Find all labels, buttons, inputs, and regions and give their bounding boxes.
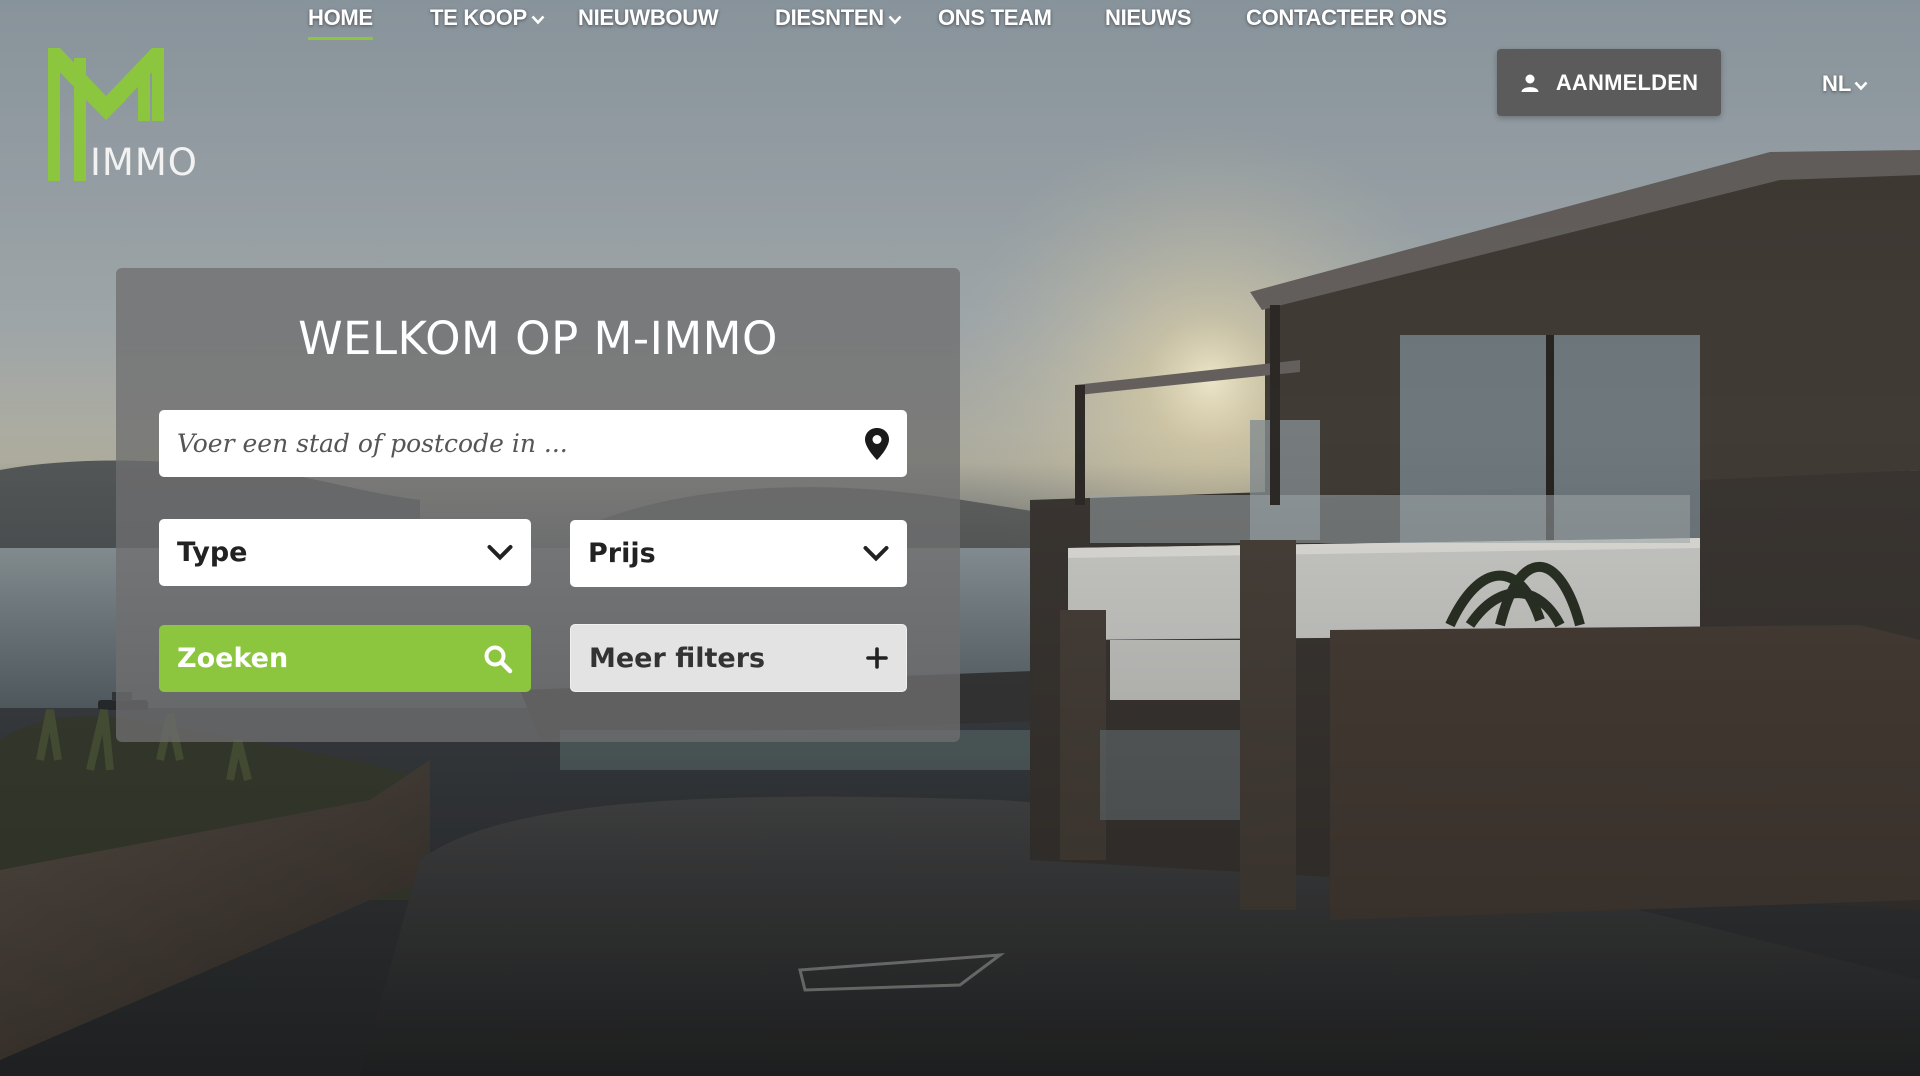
nav-item-label: DIESNTEN — [775, 5, 884, 30]
nav-item-nieuws[interactable]: NIEUWS — [1105, 0, 1192, 36]
map-pin-icon — [865, 427, 889, 460]
nav-item-label: CONTACTEER ONS — [1246, 5, 1447, 30]
search-button-label: Zoeken — [177, 643, 289, 674]
nav-item-diensten[interactable]: DIESNTEN — [775, 0, 902, 36]
nav-item-contacteer-ons[interactable]: CONTACTEER ONS — [1246, 0, 1447, 36]
language-label: NL — [1822, 71, 1852, 96]
nav-item-label: NIEUWBOUW — [578, 5, 719, 30]
nav-item-label: TE KOOP — [430, 5, 527, 30]
type-select[interactable]: Type — [159, 519, 531, 586]
nav-item-label: NIEUWS — [1105, 5, 1192, 30]
chevron-down-icon — [863, 545, 889, 563]
nav-item-home[interactable]: HOME — [308, 0, 373, 40]
search-button[interactable]: Zoeken — [159, 625, 531, 692]
price-select[interactable]: Prijs — [570, 520, 907, 587]
chevron-down-icon — [487, 544, 513, 562]
nav-item-nieuwbouw[interactable]: NIEUWBOUW — [578, 0, 719, 36]
brand-logo[interactable]: IMMO — [46, 48, 206, 188]
price-select-label: Prijs — [588, 538, 656, 569]
chevron-down-icon — [531, 5, 545, 31]
chevron-down-icon — [1854, 71, 1868, 97]
user-icon — [1520, 73, 1540, 93]
search-panel: WELKOM OP M-IMMO Type Prijs Zoeken — [116, 268, 960, 742]
nav-item-te-koop[interactable]: TE KOOP — [430, 0, 545, 36]
language-selector[interactable]: NL — [1822, 68, 1868, 100]
active-indicator — [308, 37, 373, 40]
location-input[interactable] — [177, 429, 865, 458]
login-label: AANMELDEN — [1555, 69, 1699, 95]
more-filters-label: Meer filters — [589, 642, 766, 674]
login-button[interactable]: AANMELDEN — [1497, 49, 1721, 116]
logo-text: IMMO — [90, 141, 198, 184]
nav-item-label: HOME — [308, 5, 373, 30]
location-search-field[interactable] — [159, 410, 907, 477]
type-select-label: Type — [177, 537, 248, 568]
nav-item-label: ONS TEAM — [938, 5, 1052, 30]
chevron-down-icon — [888, 5, 902, 31]
page-title: WELKOM OP M-IMMO — [298, 312, 778, 365]
plus-icon — [866, 647, 888, 669]
nav-item-ons-team[interactable]: ONS TEAM — [938, 0, 1052, 36]
more-filters-button[interactable]: Meer filters — [570, 624, 907, 692]
search-icon — [483, 644, 513, 674]
